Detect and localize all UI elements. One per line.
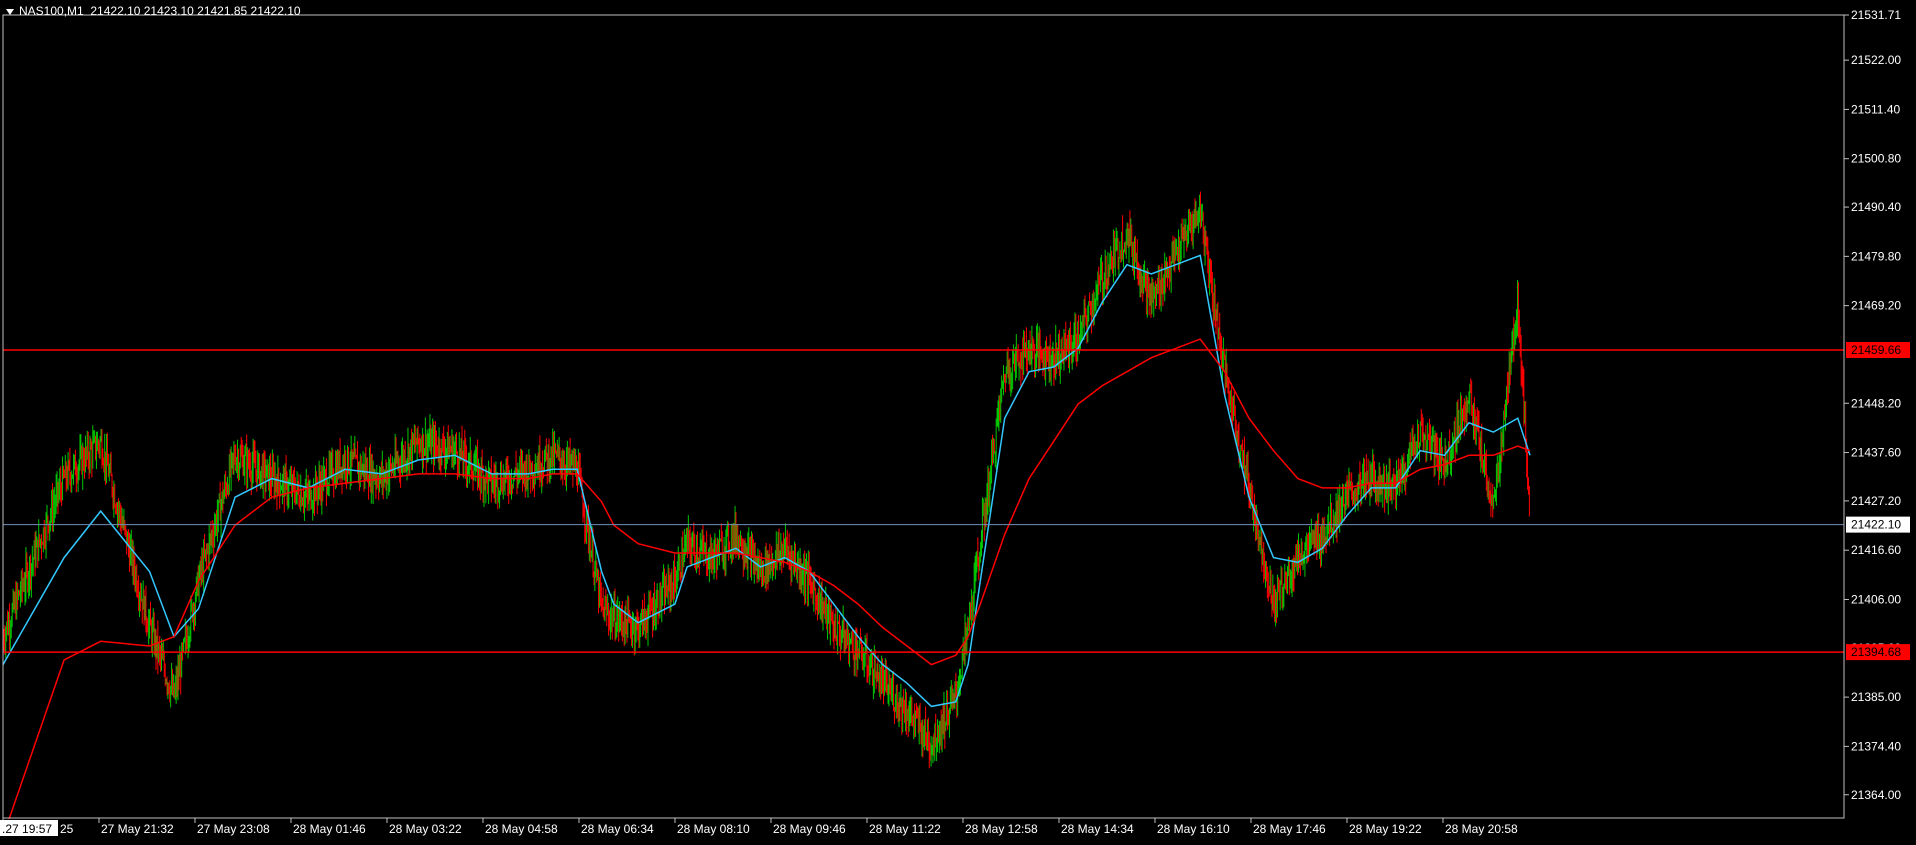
time-tick-label: 27 May 23:08 [197,822,270,836]
triangle-down-icon[interactable] [6,8,14,15]
price-tick-label: 21385.00 [1851,690,1901,704]
support-price-label: 21394.68 [1851,645,1901,659]
price-chart[interactable]: 21531.71 21522.00 21511.40 21500.80 21490.40… [0,0,1916,840]
time-tick-label: 25 [60,822,74,836]
chart-canvas[interactable]: 21531.71 21522.00 21511.40 21500.80 21490.40… [0,0,1916,840]
price-tick-label: 21479.80 [1851,249,1901,263]
time-tick-label: 28 May 20:58 [1445,822,1518,836]
time-tick-label: 27 May 21:32 [101,822,174,836]
ohlc-values: 21422.10 21423.10 21421.85 21422.10 [90,4,301,18]
symbol-label: NAS100,M1 [19,4,84,18]
time-tick-label: 28 May 12:58 [965,822,1038,836]
time-tick-label: 28 May 14:34 [1061,822,1134,836]
time-tick-label: 28 May 08:10 [677,822,750,836]
price-tick-label: 21364.00 [1851,788,1901,802]
time-tick-label: 28 May 16:10 [1157,822,1230,836]
price-tick-label: 21522.00 [1851,53,1901,67]
price-tick-label: 21416.60 [1851,543,1901,557]
price-axis-background [1845,0,1916,840]
time-tick-label: 28 May 01:46 [293,822,366,836]
time-tick-label: 28 May 19:22 [1349,822,1422,836]
price-tick-label: 21531.71 [1851,8,1901,22]
price-tick-label: 21500.80 [1851,152,1901,166]
cursor-time-label: .27 19:57 [2,822,52,836]
price-axis[interactable]: 21531.71 21522.00 21511.40 21500.80 21490.40… [1844,0,1916,840]
price-tick-label: 21469.20 [1851,299,1901,313]
price-tick-label: 21374.40 [1851,739,1901,753]
time-tick-label: 28 May 06:34 [581,822,654,836]
time-tick-label: 28 May 17:46 [1253,822,1326,836]
price-tick-label: 21437.60 [1851,446,1901,460]
resistance-price-label: 21459.66 [1851,343,1901,357]
bid-price-label: 21422.10 [1851,518,1901,532]
price-tick-label: 21406.00 [1851,592,1901,606]
price-tick-label: 21448.20 [1851,396,1901,410]
time-axis[interactable]: .27 19:57 25 27 May 21:32 27 May 23:08 28 Ma… [0,818,1916,840]
time-tick-label: 28 May 04:58 [485,822,558,836]
time-tick-label: 28 May 11:22 [869,822,941,836]
time-axis-background [0,819,1916,840]
price-tick-label: 21490.40 [1851,200,1901,214]
price-tick-label: 21511.40 [1851,102,1900,116]
time-tick-label: 28 May 09:46 [773,822,846,836]
price-tick-label: 21427.20 [1851,494,1901,508]
time-tick-label: 28 May 03:22 [389,822,462,836]
chart-header: NAS100,M1 21422.10 21423.10 21421.85 214… [6,4,301,18]
